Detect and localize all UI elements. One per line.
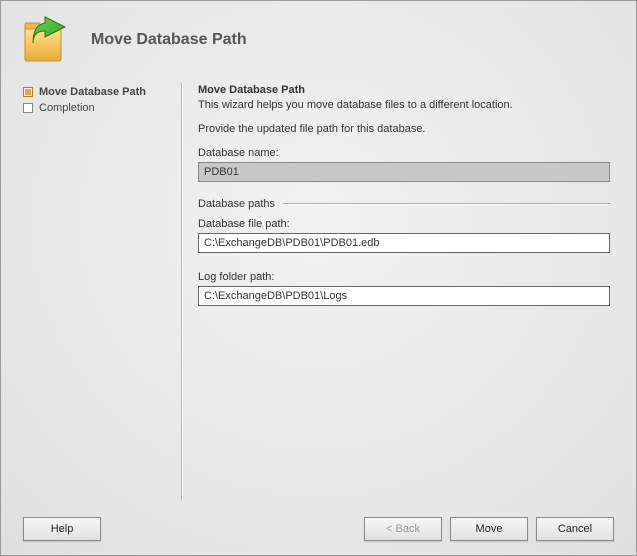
database-file-path-input[interactable] [198,233,610,253]
back-button: < Back [364,517,442,541]
wizard-steps: Move Database Path Completion [23,82,181,500]
help-button[interactable]: Help [23,517,101,541]
intro-text: This wizard helps you move database file… [198,98,610,112]
step-label: Move Database Path [39,86,146,98]
step-active-icon [23,87,33,97]
database-file-path-label: Database file path: [198,218,610,230]
group-divider-line [283,203,610,204]
wizard-dialog: Move Database Path Move Database Path Co… [0,0,637,556]
dialog-body: Move Database Path Completion Move Datab… [1,82,636,500]
step-label: Completion [39,102,95,114]
dialog-header: Move Database Path [1,1,636,82]
main-panel: Move Database Path This wizard helps you… [198,82,636,500]
log-folder-path-label: Log folder path: [198,271,610,283]
move-folder-icon [19,11,73,68]
page-heading: Move Database Path [198,84,610,96]
step-move-database-path: Move Database Path [23,84,181,100]
step-completion: Completion [23,100,181,116]
dialog-title: Move Database Path [91,31,247,49]
log-folder-path-input[interactable] [198,286,610,306]
group-label: Database paths [198,198,275,210]
move-button[interactable]: Move [450,517,528,541]
button-bar: Help < Back Move Cancel [23,517,614,541]
prompt-text: Provide the updated file path for this d… [198,122,610,136]
step-inactive-icon [23,103,33,113]
database-name-field [198,162,610,182]
database-paths-group: Database paths [198,198,610,210]
cancel-button[interactable]: Cancel [536,517,614,541]
vertical-divider [181,82,182,500]
database-name-label: Database name: [198,147,610,159]
